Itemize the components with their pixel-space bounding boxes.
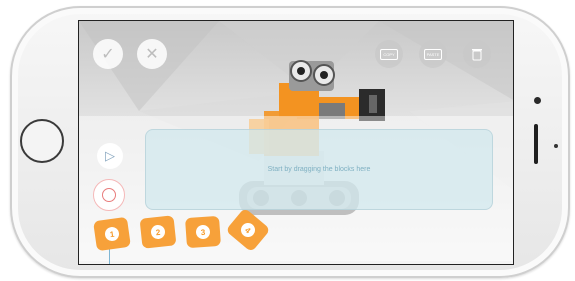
record-icon bbox=[102, 188, 116, 202]
motion-block-1[interactable]: 1 bbox=[93, 216, 131, 252]
home-button[interactable] bbox=[20, 119, 64, 163]
delete-button[interactable] bbox=[463, 40, 491, 68]
motion-block-2[interactable]: 2 bbox=[139, 215, 177, 249]
block-number: 2 bbox=[150, 224, 166, 240]
block-number: 3 bbox=[195, 224, 211, 240]
motion-block-3[interactable]: 3 bbox=[184, 215, 222, 249]
side-speaker bbox=[534, 124, 538, 164]
block-number: 4 bbox=[238, 220, 258, 240]
confirm-button[interactable]: ✓ bbox=[93, 39, 123, 69]
app-screen: ✓ ✕ COPY PASTE Start by dragging the blo… bbox=[78, 20, 514, 265]
paste-label: PASTE bbox=[424, 48, 442, 60]
block-number: 1 bbox=[104, 226, 120, 242]
camera-dot bbox=[534, 97, 541, 104]
trash-icon bbox=[472, 49, 482, 61]
block-drop-area[interactable]: Start by dragging the blocks here bbox=[145, 129, 493, 210]
copy-label: COPY bbox=[380, 48, 398, 60]
paste-button[interactable]: PASTE bbox=[419, 40, 447, 68]
check-icon: ✓ bbox=[101, 46, 115, 63]
close-icon: ✕ bbox=[145, 46, 159, 63]
play-button[interactable]: ▷ bbox=[97, 143, 123, 169]
sensor-dot bbox=[554, 144, 558, 148]
drop-hint: Start by dragging the blocks here bbox=[267, 166, 371, 173]
copy-button[interactable]: COPY bbox=[375, 40, 403, 68]
play-icon: ▷ bbox=[105, 148, 115, 163]
record-button[interactable] bbox=[93, 179, 125, 211]
cancel-button[interactable]: ✕ bbox=[137, 39, 167, 69]
